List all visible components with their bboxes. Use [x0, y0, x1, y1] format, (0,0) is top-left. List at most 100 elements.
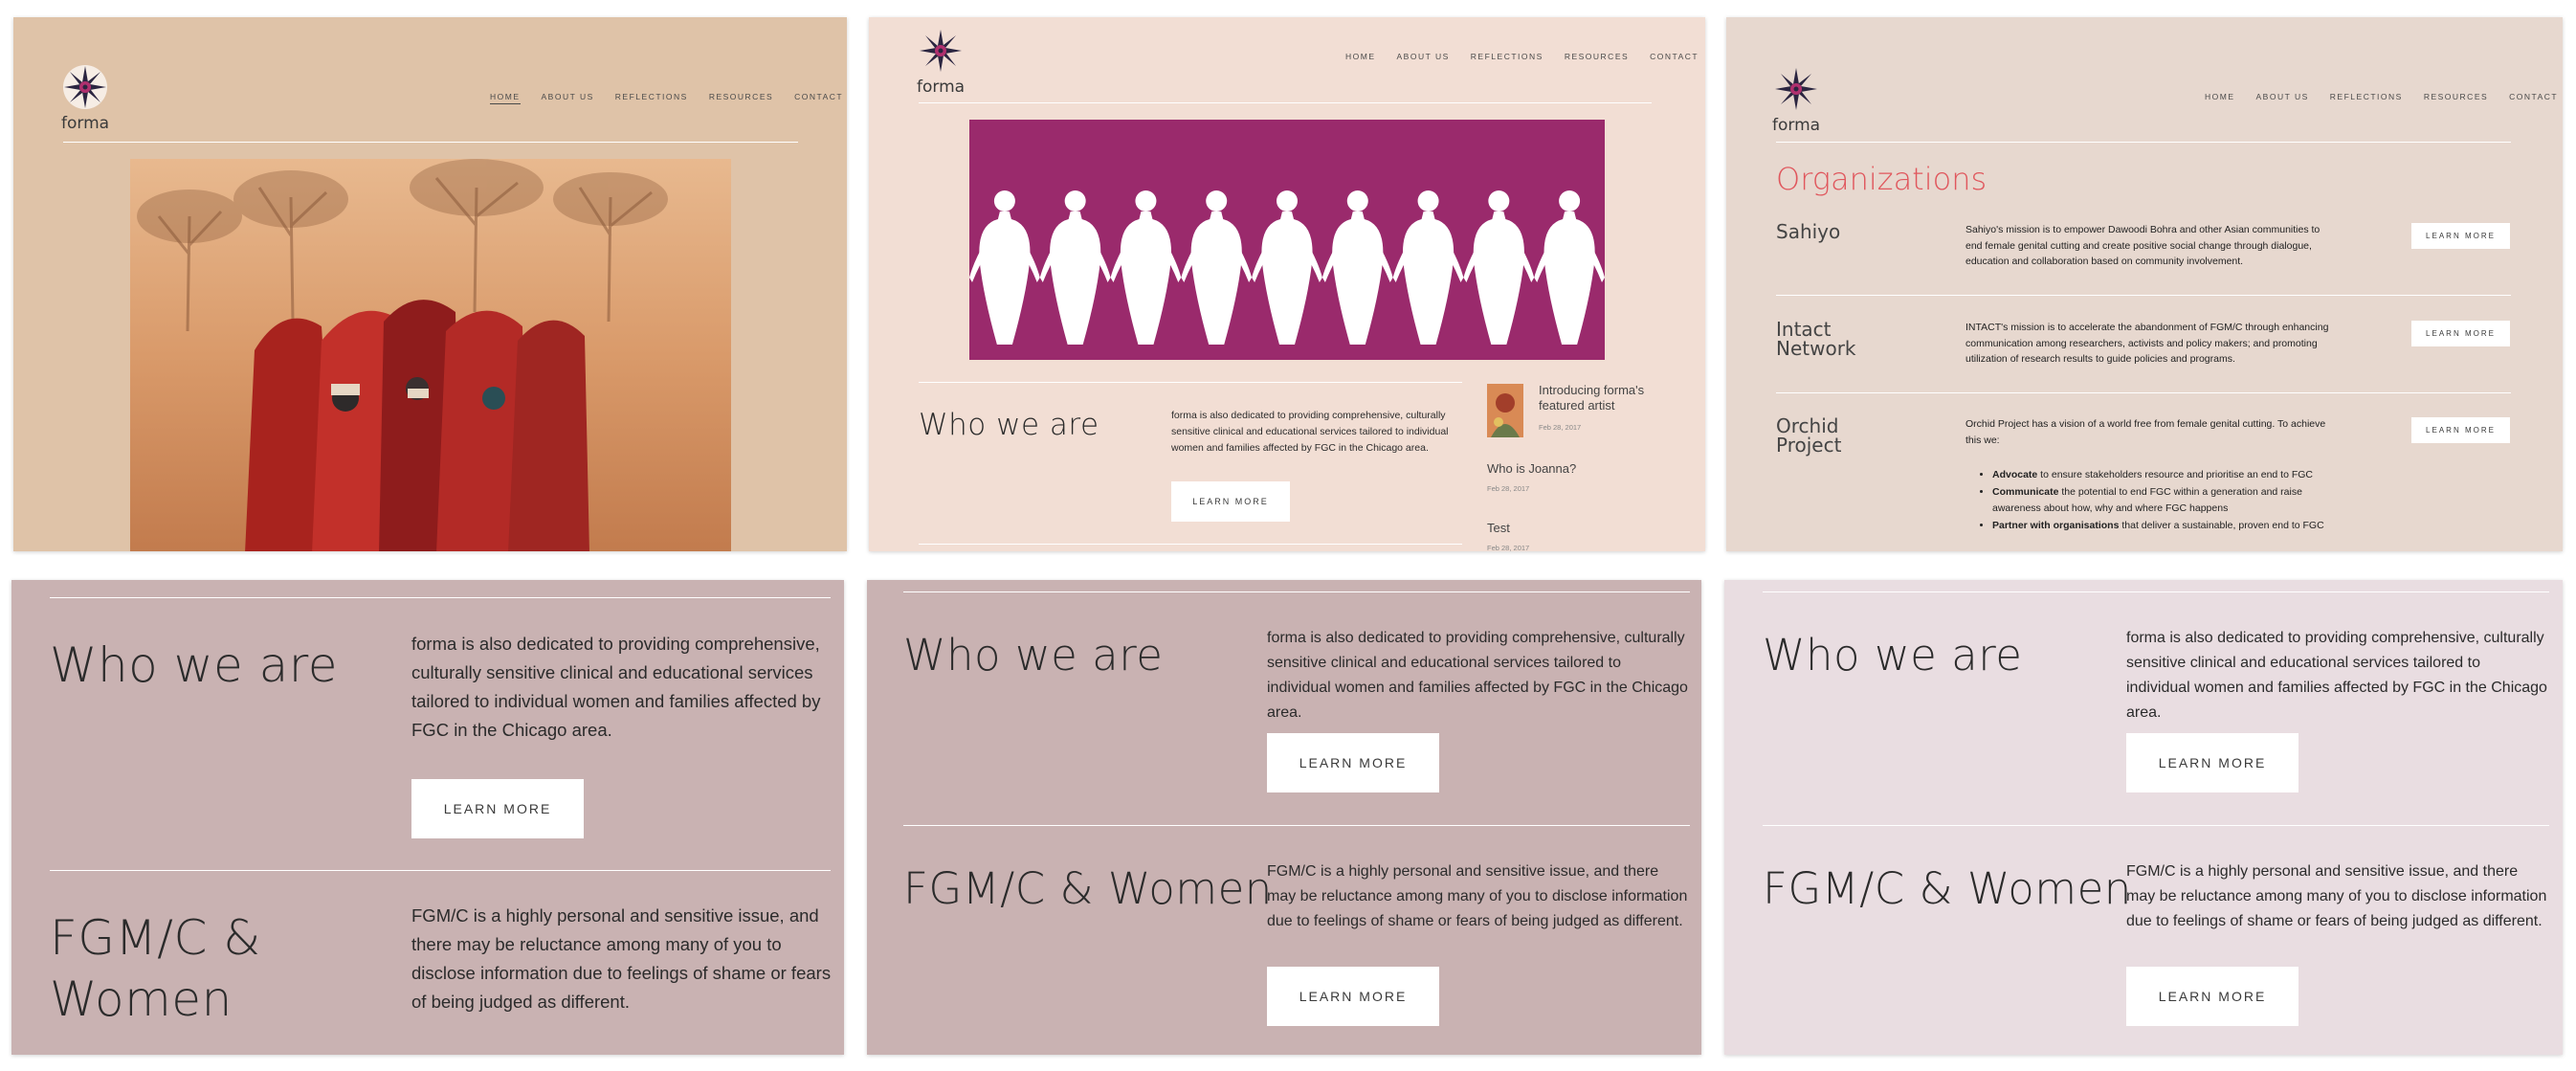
logo-text: forma [917, 78, 966, 97]
learn-more-orchid-button[interactable]: LEARN MORE [2411, 417, 2510, 443]
bullet-bold: Communicate [1992, 486, 2059, 498]
women-silhouette-banner [969, 120, 1605, 360]
section-divider-mid [903, 825, 1690, 826]
org-name-line: Sahiyo [1776, 220, 1841, 243]
forma-logo[interactable]: forma [61, 63, 109, 133]
nav-resources[interactable]: RESOURCES [709, 92, 773, 104]
fgm-women-title: FGM/C & Women [903, 863, 1273, 914]
nav-home[interactable]: HOME [1345, 52, 1376, 61]
who-we-are-title: Who we are [903, 630, 1164, 681]
bullet-bold: Partner with organisations [1992, 520, 2120, 531]
organizations-heading: Organizations [1776, 161, 1988, 197]
silhouette-figure [1181, 190, 1253, 345]
silhouette-figure [1039, 190, 1111, 345]
org-divider-2 [1776, 392, 2511, 393]
org-desc-intact: INTACT's mission is to accelerate the ab… [1965, 322, 2329, 365]
who-we-are-text: forma is also dedicated to providing com… [1171, 410, 1449, 454]
bullet-item: Communicate the potential to end FGC wit… [1992, 484, 2350, 517]
learn-more-button[interactable]: LEARN MORE [1267, 733, 1439, 792]
learn-more-intact-button[interactable]: LEARN MORE [2411, 321, 2510, 346]
org-desc-sahiyo: Sahiyo's mission is to empower Dawoodi B… [1965, 224, 2321, 267]
silhouette-figure [969, 190, 1040, 345]
bullet-item: Partner with organisations that deliver … [1992, 518, 2350, 534]
org-name-line: Project [1776, 434, 1842, 457]
learn-more-sahiyo-button[interactable]: LEARN MORE [2411, 223, 2510, 249]
sections-preview-light: Who we are forma is also dedicated to pr… [1724, 580, 2563, 1055]
nav-reflections[interactable]: REFLECTIONS [615, 92, 688, 104]
learn-more-button-2[interactable]: LEARN MORE [1267, 967, 1439, 1026]
post-title-3[interactable]: Test [1487, 521, 1510, 535]
org-name-intact-network: Intact Network [1776, 320, 1856, 358]
forma-logo[interactable]: forma [1772, 65, 1820, 135]
title-line: FGM/C & [50, 910, 261, 966]
org-name-line: Intact [1776, 318, 1832, 341]
nav-resources[interactable]: RESOURCES [2424, 92, 2488, 101]
post-date-1: Feb 28, 2017 [1539, 423, 1582, 432]
nav-contact[interactable]: CONTACT [1650, 52, 1699, 61]
silhouette-figure [1392, 190, 1464, 345]
org-name-orchid-project: Orchid Project [1776, 416, 1841, 455]
logo-text: forma [1772, 116, 1821, 135]
nav-contact[interactable]: CONTACT [2509, 92, 2558, 101]
silhouette-figure [1463, 190, 1535, 345]
bullet-text: to ensure stakeholders resource and prio… [2037, 469, 2314, 480]
thumbnail-image [1487, 384, 1523, 437]
learn-more-button[interactable]: LEARN MORE [2126, 733, 2298, 792]
logo-star-icon [920, 30, 963, 72]
nav-contact[interactable]: CONTACT [794, 92, 843, 104]
section-divider-top [50, 597, 831, 598]
orchid-bullet-list: Advocate to ensure stakeholders resource… [1977, 467, 2350, 535]
nav-reflections[interactable]: REFLECTIONS [2330, 92, 2403, 101]
home-banner-preview: forma HOME ABOUT US REFLECTIONS RESOURCE… [869, 17, 1705, 551]
title-line: Women [50, 971, 233, 1027]
nav-reflections[interactable]: REFLECTIONS [1471, 52, 1543, 61]
nav-about-us[interactable]: ABOUT US [1397, 52, 1450, 61]
forma-logo[interactable]: forma [917, 27, 965, 97]
post-title-1[interactable]: Introducing forma's featured artist [1539, 383, 1654, 413]
post-title-2[interactable]: Who is Joanna? [1487, 461, 1576, 476]
who-we-are-text: forma is also dedicated to providing com… [411, 634, 821, 740]
post-date-2: Feb 28, 2017 [1487, 484, 1530, 493]
nav-home[interactable]: HOME [2205, 92, 2235, 101]
silhouette-figure [1252, 190, 1322, 345]
org-desc-orchid: Orchid Project has a vision of a world f… [1965, 418, 2326, 446]
fgm-women-title: FGM/C & Women [1763, 863, 2132, 914]
learn-more-button[interactable]: LEARN MORE [1171, 481, 1290, 522]
silhouette-figure [1110, 190, 1182, 345]
nav-about-us[interactable]: ABOUT US [542, 92, 594, 104]
header-divider [63, 142, 798, 143]
hero-image [130, 159, 731, 551]
logo-star-icon [63, 65, 108, 109]
bullet-item: Advocate to ensure stakeholders resource… [1992, 467, 2350, 483]
header-divider [919, 102, 1652, 103]
fgm-women-text: FGM/C is a highly personal and sensitive… [411, 905, 832, 1012]
logo-text: forma [61, 114, 110, 133]
home-page-preview: forma HOME ABOUT US REFLECTIONS RESOURCE… [13, 17, 847, 551]
header-divider [1776, 142, 2511, 143]
section-divider-bottom [919, 544, 1462, 545]
who-we-are-title: Who we are [50, 637, 339, 693]
section-divider-mid [1763, 825, 2549, 826]
silhouette-figures [969, 190, 1605, 345]
section-divider-mid [50, 870, 831, 871]
learn-more-button[interactable]: LEARN MORE [411, 779, 584, 838]
post-date-3: Feb 28, 2017 [1487, 544, 1530, 551]
sections-preview-medium: Who we are forma is also dedicated to pr… [867, 580, 1701, 1055]
fgm-women-text: FGM/C is a highly personal and sensitive… [1267, 863, 1688, 929]
resources-page-preview: forma HOME ABOUT US REFLECTIONS RESOURCE… [1726, 17, 2563, 551]
org-name-line: Orchid [1776, 414, 1839, 437]
main-nav: HOME ABOUT US REFLECTIONS RESOURCES CONT… [2205, 92, 2558, 101]
nav-resources[interactable]: RESOURCES [1565, 52, 1629, 61]
featured-artist-thumbnail[interactable] [1487, 384, 1523, 437]
hero-photo [130, 159, 731, 551]
nav-home[interactable]: HOME [490, 92, 521, 104]
section-divider-top [1763, 591, 2549, 592]
learn-more-button-2[interactable]: LEARN MORE [2126, 967, 2298, 1026]
logo-star-icon [1775, 68, 1818, 110]
fgm-women-title: FGM/C & Women [50, 907, 261, 1030]
org-divider-1 [1776, 295, 2511, 296]
org-name-line: Network [1776, 337, 1856, 360]
who-we-are-title: Who we are [919, 408, 1099, 442]
bullet-bold: Advocate [1992, 469, 2038, 480]
nav-about-us[interactable]: ABOUT US [2256, 92, 2309, 101]
